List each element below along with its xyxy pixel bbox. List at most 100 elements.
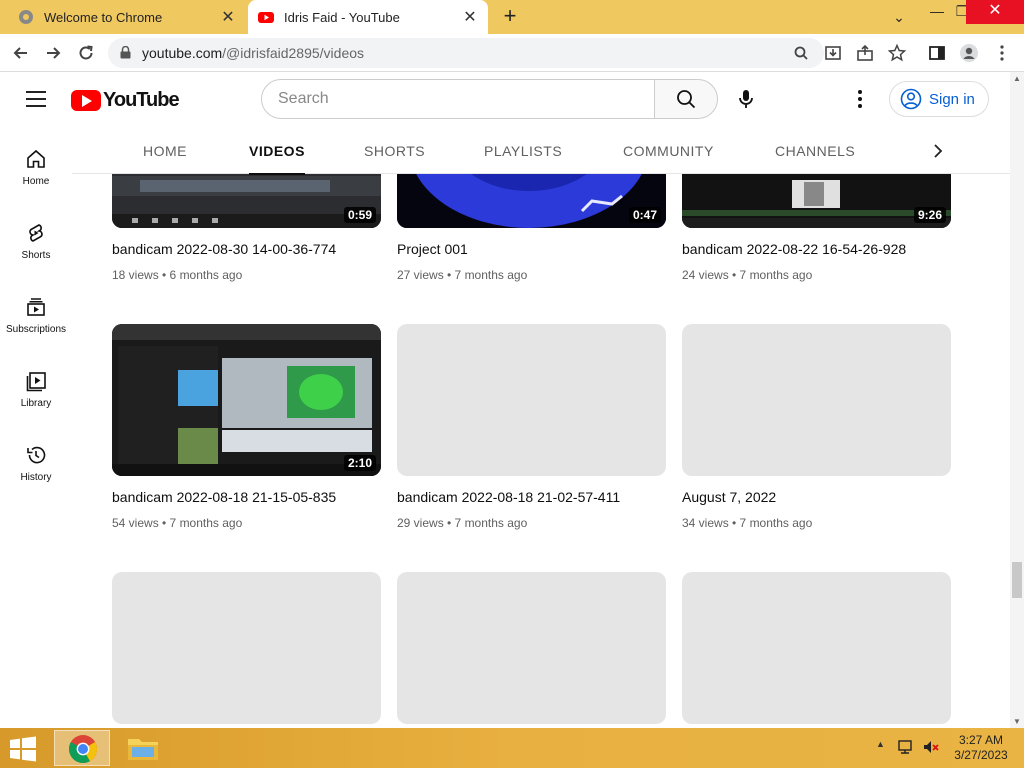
library-icon [26, 372, 46, 392]
chevron-right-icon[interactable] [930, 142, 946, 160]
voice-search-button[interactable] [734, 87, 758, 111]
sidebar-item-home[interactable]: Home [0, 148, 72, 187]
page-scrollbar[interactable]: ▲ ▼ [1010, 72, 1024, 728]
screen-recording-thumbnail [682, 174, 951, 228]
video-thumbnail[interactable]: 0:47 [397, 174, 666, 228]
tab-idris-faid-youtube[interactable]: Idris Faid - YouTube ✕ [248, 0, 488, 34]
clock-date: 3/27/2023 [954, 748, 1008, 762]
hamburger-menu-icon[interactable] [26, 91, 46, 107]
windows-logo-icon [10, 736, 36, 762]
tab-home[interactable]: HOME [143, 143, 187, 159]
video-title[interactable]: bandicam 2022-08-18 21-15-05-835 [112, 489, 381, 505]
video-meta: 34 views • 7 months ago [682, 516, 813, 530]
sign-in-button[interactable]: Sign in [889, 81, 989, 117]
search-input[interactable] [262, 80, 654, 118]
sidebar-item-library[interactable]: Library [0, 370, 72, 409]
sidebar-item-label: Home [22, 176, 50, 187]
youtube-play-icon [71, 90, 101, 111]
tab-close-icon[interactable]: ✕ [462, 7, 478, 27]
zoom-search-icon[interactable] [790, 42, 812, 64]
video-thumbnail[interactable]: 0:59 [112, 174, 381, 228]
video-thumbnail[interactable]: 9:26 [682, 174, 951, 228]
taskbar-file-explorer[interactable] [116, 730, 172, 766]
bookmark-star-icon[interactable] [886, 42, 908, 64]
taskbar-clock[interactable]: 3:27 AM 3/27/2023 [948, 733, 1014, 763]
video-meta: 54 views • 7 months ago [112, 516, 243, 530]
forward-arrow-icon[interactable] [42, 42, 64, 64]
tab-community[interactable]: COMMUNITY [623, 143, 714, 159]
url-path: /@idrisfaid2895/videos [222, 45, 365, 61]
microphone-icon [739, 90, 753, 108]
chrome-menu-icon[interactable] [991, 42, 1013, 64]
sidebar-item-label: Subscriptions [5, 324, 67, 335]
install-app-icon[interactable] [822, 42, 844, 64]
reload-icon[interactable] [75, 42, 97, 64]
video-thumbnail-placeholder[interactable] [397, 572, 666, 724]
lock-icon [120, 46, 131, 59]
tab-search-chevron-icon[interactable]: ⌄ [882, 6, 916, 30]
video-title[interactable]: bandicam 2022-08-30 14-00-36-774 [112, 241, 381, 257]
video-title[interactable]: bandicam 2022-08-18 21-02-57-411 [397, 489, 666, 505]
close-window-button[interactable]: ✕ [966, 0, 1024, 24]
screen-recording-thumbnail [112, 174, 381, 228]
chrome-logo-icon [69, 735, 97, 764]
network-icon[interactable] [896, 738, 916, 756]
sign-in-label: Sign in [929, 90, 975, 108]
profile-avatar-icon[interactable] [958, 42, 980, 64]
video-thumbnail-placeholder[interactable] [397, 324, 666, 476]
scroll-down-arrow-icon[interactable]: ▼ [1012, 717, 1022, 726]
chrome-favicon-icon [19, 10, 33, 24]
video-thumbnail-placeholder[interactable] [682, 572, 951, 724]
sidebar-item-subscriptions[interactable]: Subscriptions [0, 296, 72, 335]
tab-shorts[interactable]: SHORTS [364, 143, 425, 159]
account-circle-icon [900, 88, 922, 110]
back-arrow-icon[interactable] [10, 42, 32, 64]
blue-sphere-thumbnail [397, 174, 666, 228]
tab-welcome-to-chrome[interactable]: Welcome to Chrome ✕ [8, 0, 246, 34]
video-thumbnail-placeholder[interactable] [682, 324, 951, 476]
tab-channels[interactable]: CHANNELS [775, 143, 855, 159]
history-icon [27, 446, 46, 464]
browser-tab-strip: Welcome to Chrome ✕ Idris Faid - YouTube… [0, 0, 1024, 34]
youtube-header: YouTube Sign in [0, 72, 1010, 128]
address-bar[interactable]: youtube.com/@idrisfaid2895/videos [108, 38, 824, 68]
shorts-icon [29, 224, 43, 242]
settings-kebab-icon[interactable] [852, 89, 868, 109]
windows-start-button[interactable] [8, 736, 38, 762]
video-duration: 9:26 [913, 207, 946, 223]
video-duration: 0:47 [628, 207, 661, 223]
share-icon[interactable] [854, 42, 876, 64]
sidebar-item-label: Library [20, 398, 52, 409]
youtube-logo[interactable]: YouTube [71, 89, 180, 112]
sidebar-item-shorts[interactable]: Shorts [0, 222, 72, 261]
tab-title: Welcome to Chrome [44, 9, 163, 25]
video-meta: 29 views • 7 months ago [397, 516, 528, 530]
video-thumbnail-placeholder[interactable] [112, 572, 381, 724]
scrollbar-thumb[interactable] [1012, 562, 1022, 598]
url-host: youtube.com [142, 45, 223, 61]
show-hidden-icons-icon[interactable]: ▲ [876, 739, 885, 749]
volume-muted-icon[interactable] [922, 738, 942, 756]
search-box [261, 79, 655, 119]
sidebar-item-history[interactable]: History [0, 444, 72, 483]
tab-videos[interactable]: VIDEOS [249, 143, 305, 175]
home-icon [27, 149, 45, 168]
tab-close-icon[interactable]: ✕ [220, 7, 236, 27]
video-title[interactable]: Project 001 [397, 241, 666, 257]
new-tab-button[interactable]: + [498, 5, 522, 29]
video-title[interactable]: August 7, 2022 [682, 489, 951, 505]
url-text: youtube.com/@idrisfaid2895/videos [142, 45, 364, 61]
subscriptions-icon [27, 298, 45, 316]
windows-taskbar: ▲ 3:27 AM 3/27/2023 [0, 728, 1024, 768]
video-thumbnail[interactable]: 2:10 [112, 324, 381, 476]
scroll-up-arrow-icon[interactable]: ▲ [1012, 74, 1022, 83]
search-icon [677, 90, 696, 109]
video-meta: 27 views • 7 months ago [397, 268, 528, 282]
video-title[interactable]: bandicam 2022-08-22 16-54-26-928 [682, 241, 951, 257]
taskbar-chrome[interactable] [54, 730, 110, 766]
tab-playlists[interactable]: PLAYLISTS [484, 143, 562, 159]
search-button[interactable] [654, 79, 718, 119]
sidebar-item-label: Shorts [21, 250, 51, 261]
channel-tabs: HOME VIDEOS SHORTS PLAYLISTS COMMUNITY C… [72, 128, 1010, 175]
side-panel-icon[interactable] [926, 42, 948, 64]
